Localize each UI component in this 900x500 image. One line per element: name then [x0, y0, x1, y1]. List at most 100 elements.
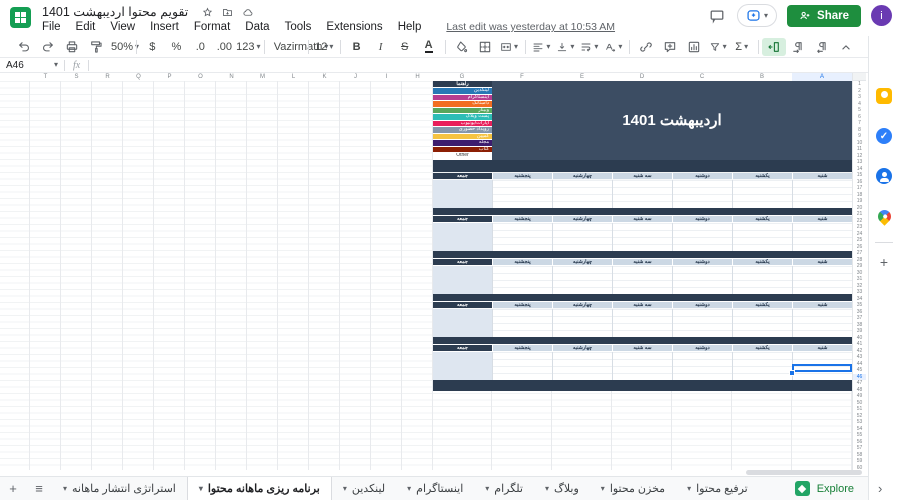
menu-insert[interactable]: Insert — [150, 21, 179, 33]
insert-chart-button[interactable] — [682, 38, 706, 56]
calendar-day-header-cell[interactable]: شنبه — [792, 216, 852, 223]
text-color-button[interactable]: A — [417, 38, 441, 56]
maps-icon[interactable] — [876, 208, 892, 224]
calendar-day-cell[interactable] — [612, 309, 672, 337]
calendar-day-header-cell[interactable]: چهارشنبه — [552, 302, 612, 309]
sheets-logo[interactable] — [10, 7, 31, 28]
explore-button[interactable]: Explore — [781, 477, 868, 500]
calendar-friday-column[interactable] — [433, 352, 492, 380]
calendar-day-header-cell[interactable]: سه شنبه — [612, 173, 672, 180]
horizontal-align-button[interactable]: ▾ — [529, 38, 553, 56]
calendar-day-cell[interactable] — [672, 352, 732, 380]
tasks-icon[interactable]: ✓ — [876, 128, 892, 144]
column-header-B[interactable]: B — [732, 73, 792, 81]
calendar-day-cell[interactable] — [792, 180, 852, 208]
calendar-day-cell[interactable] — [792, 309, 852, 337]
sheet-tab-3[interactable]: ▾لینکدین — [332, 477, 396, 500]
calendar-day-header-cell[interactable]: شنبه — [792, 345, 852, 352]
insert-link-button[interactable] — [634, 38, 658, 56]
sheet-tab-6[interactable]: ▾وبلاگ — [534, 477, 590, 500]
calendar-day-cell[interactable] — [552, 352, 612, 380]
comment-history-icon[interactable] — [707, 6, 727, 26]
calendar-title-cell[interactable]: اردیبهشت 1401 — [492, 81, 852, 160]
calendar-day-cell[interactable] — [552, 223, 612, 251]
keep-icon[interactable] — [876, 88, 892, 104]
calendar-day-header-cell[interactable]: یکشنبه — [732, 216, 792, 223]
calendar-day-header-cell[interactable]: سه شنبه — [612, 302, 672, 309]
calendar-day-cell[interactable] — [492, 266, 552, 294]
text-wrap-button[interactable]: ▾ — [577, 38, 601, 56]
contacts-icon[interactable] — [876, 168, 892, 184]
calendar-day-cell[interactable] — [672, 223, 732, 251]
add-addon-icon[interactable]: + — [876, 254, 892, 270]
fill-handle[interactable] — [789, 370, 795, 376]
column-header-J[interactable]: J — [340, 73, 371, 81]
calendar-day-cell[interactable] — [492, 180, 552, 208]
star-icon[interactable] — [202, 7, 213, 18]
number-format-button[interactable]: 123▾ — [236, 38, 260, 56]
all-sheets-button[interactable]: ≡ — [26, 477, 52, 500]
zoom-button[interactable]: 50%▾ — [108, 38, 132, 56]
tab-menu-chevron-icon[interactable]: ▾ — [485, 485, 489, 493]
present-to-meeting-button[interactable]: ▾ — [737, 4, 777, 27]
horizontal-scrollbar-thumb[interactable] — [746, 470, 862, 475]
calendar-day-cell[interactable] — [732, 223, 792, 251]
calendar-day-cell[interactable] — [792, 266, 852, 294]
column-header-N[interactable]: N — [216, 73, 247, 81]
calendar-day-cell[interactable] — [672, 266, 732, 294]
column-header-T[interactable]: T — [30, 73, 61, 81]
calendar-friday-header-cell[interactable]: جمعه — [433, 345, 492, 352]
menu-help[interactable]: Help — [398, 21, 422, 33]
text-rotation-button[interactable]: ▾ — [601, 38, 625, 56]
calendar-day-header-cell[interactable]: پنجشنبه — [492, 216, 552, 223]
calendar-day-header-cell[interactable]: شنبه — [792, 302, 852, 309]
calendar-day-header-cell[interactable]: دوشنبه — [672, 345, 732, 352]
strikethrough-button[interactable]: S — [393, 38, 417, 56]
calendar-day-header-cell[interactable]: پنجشنبه — [492, 302, 552, 309]
italic-button[interactable]: I — [369, 38, 393, 56]
calendar-day-header-cell[interactable]: یکشنبه — [732, 259, 792, 266]
move-to-folder-icon[interactable] — [222, 7, 233, 18]
menu-extensions[interactable]: Extensions — [326, 21, 382, 33]
calendar-day-cell[interactable] — [492, 223, 552, 251]
column-header-G[interactable]: G — [432, 73, 492, 81]
vertical-align-button[interactable]: ▾ — [553, 38, 577, 56]
last-edit-link[interactable]: Last edit was yesterday at 10:53 AM — [446, 21, 615, 33]
calendar-day-header-cell[interactable]: سه شنبه — [612, 259, 672, 266]
calendar-day-header-cell[interactable]: سه شنبه — [612, 216, 672, 223]
print-button[interactable] — [60, 38, 84, 56]
column-header-M[interactable]: M — [247, 73, 278, 81]
text-direction-rtl-button[interactable] — [810, 38, 834, 56]
undo-button[interactable] — [12, 38, 36, 56]
menu-edit[interactable]: Edit — [76, 21, 96, 33]
calendar-day-header-cell[interactable]: یکشنبه — [732, 173, 792, 180]
calendar-day-header-cell[interactable]: یکشنبه — [732, 302, 792, 309]
borders-button[interactable] — [473, 38, 497, 56]
calendar-day-header-cell[interactable]: چهارشنبه — [552, 259, 612, 266]
calendar-day-cell[interactable] — [672, 309, 732, 337]
column-header-K[interactable]: K — [309, 73, 340, 81]
calendar-day-header-cell[interactable]: دوشنبه — [672, 173, 732, 180]
insert-comment-button[interactable] — [658, 38, 682, 56]
calendar-day-header-cell[interactable]: پنجشنبه — [492, 173, 552, 180]
legend-header-cell[interactable]: راهنما — [433, 81, 492, 88]
calendar-day-header-cell[interactable]: دوشنبه — [672, 216, 732, 223]
calendar-day-cell[interactable] — [732, 180, 792, 208]
calendar-friday-header-cell[interactable]: جمعه — [433, 259, 492, 266]
calendar-day-header-cell[interactable]: چهارشنبه — [552, 173, 612, 180]
sheet-direction-rtl-button[interactable] — [762, 38, 786, 56]
calendar-day-cell[interactable] — [612, 352, 672, 380]
calendar-day-cell[interactable] — [492, 352, 552, 380]
column-header-F[interactable]: F — [492, 73, 552, 81]
column-header-D[interactable]: D — [612, 73, 672, 81]
calendar-day-header-cell[interactable]: پنجشنبه — [492, 345, 552, 352]
calendar-day-cell[interactable] — [612, 266, 672, 294]
tab-menu-chevron-icon[interactable]: ▾ — [343, 485, 347, 493]
sheet-tab-8[interactable]: ▾ترفیع محتوا — [676, 477, 759, 500]
column-header-L[interactable]: L — [278, 73, 309, 81]
calendar-day-header-cell[interactable]: چهارشنبه — [552, 345, 612, 352]
calendar-day-cell[interactable] — [612, 223, 672, 251]
calendar-day-cell[interactable] — [792, 223, 852, 251]
calendar-friday-header-cell[interactable]: جمعه — [433, 302, 492, 309]
fill-color-button[interactable] — [449, 38, 473, 56]
